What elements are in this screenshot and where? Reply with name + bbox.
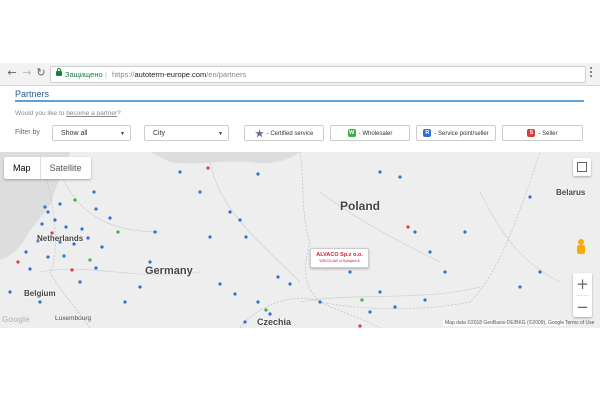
reload-icon[interactable]: ↻ (35, 67, 47, 79)
certified-service-icon (254, 128, 264, 138)
url-text: https://autoterm-europe.com/en/partners (112, 70, 247, 79)
browser-toolbar: ← → ↻ Защищено | https://autoterm-europe… (0, 63, 600, 86)
partners-map[interactable]: Map Satellite Poland Germany Netherlands… (0, 152, 600, 328)
map-attribution: Map data ©2018 GeoBasis-DE/BKG (©2009), … (443, 320, 567, 326)
google-logo: Google (2, 315, 30, 324)
legend-seller[interactable]: S- Seller (502, 125, 583, 141)
service-badge: R (423, 129, 432, 138)
map-label-netherlands: Netherlands (37, 234, 84, 243)
popup-partner-name: ALVACO Sp.z o.o. (316, 252, 363, 258)
zoom-control: + − (573, 273, 592, 317)
become-partner-link[interactable]: become a partner (66, 110, 117, 117)
poland-border (299, 152, 541, 310)
map-label-germany: Germany (145, 265, 193, 277)
legend-wholesaler[interactable]: W- Wholesaler (330, 125, 410, 141)
wholesaler-badge: W (347, 129, 356, 138)
become-partner-text: Would you like to become a partner? (15, 110, 121, 117)
secure-label: Защищено (65, 70, 103, 79)
map-type-satellite-button[interactable]: Satellite (41, 157, 91, 179)
chevron-down-icon: ▼ (218, 131, 223, 137)
map-label-luxembourg: Luxembourg (55, 315, 92, 322)
popup-partner-address: WROCŁAW ul.Rybajera,8 (319, 259, 360, 263)
page-title: Partners (15, 89, 50, 99)
type-select[interactable]: Show all ▼ (52, 125, 131, 141)
back-arrow-icon[interactable]: ← (6, 67, 18, 79)
filter-label: Filter by (15, 129, 40, 136)
seller-badge: S (527, 129, 536, 138)
map-label-belgium: Belgium (24, 289, 56, 298)
fullscreen-button[interactable] (573, 158, 591, 176)
url-separator: | (105, 70, 107, 79)
city-select[interactable]: City ▼ (144, 125, 229, 141)
kebab-menu-icon[interactable] (590, 67, 593, 80)
map-type-control: Map Satellite (4, 157, 91, 179)
map-label-belarus: Belarus (556, 188, 586, 197)
lock-icon (56, 68, 62, 76)
title-divider (15, 100, 584, 102)
baltic-sea (150, 152, 300, 164)
forward-arrow-icon[interactable]: → (21, 67, 33, 79)
chevron-down-icon: ▼ (120, 131, 125, 137)
map-label-czechia: Czechia (257, 317, 292, 327)
zoom-in-button[interactable]: + (573, 273, 592, 295)
legend-service-point[interactable]: R- Service point/seller (416, 125, 496, 141)
legend-certified-service[interactable]: - Certified service (244, 125, 324, 141)
map-type-map-button[interactable]: Map (4, 157, 40, 179)
address-bar[interactable]: Защищено | https://autoterm-europe.com/e… (50, 66, 586, 83)
map-label-poland: Poland (340, 199, 381, 213)
partner-info-popup[interactable]: ALVACO Sp.z o.o. WROCŁAW ul.Rybajera,8 (310, 248, 369, 271)
terms-of-use-link[interactable]: Terms of Use (565, 320, 594, 326)
street-view-pegman-icon[interactable] (576, 239, 586, 257)
zoom-out-button[interactable]: − (573, 296, 592, 318)
